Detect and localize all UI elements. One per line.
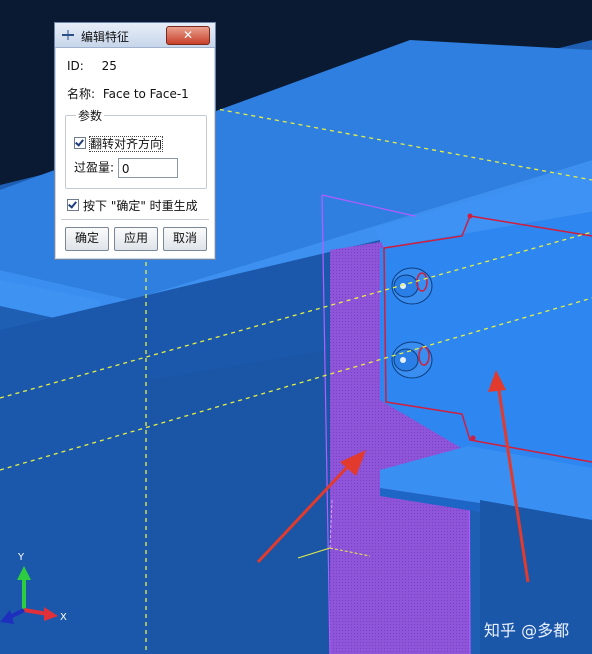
cancel-button[interactable]: 取消 [163, 227, 207, 251]
id-row: ID: 25 [67, 59, 117, 73]
bolt-upper [391, 267, 433, 305]
regen-checkbox-row[interactable]: 按下 "确定" 时重生成 [67, 197, 198, 214]
name-row: 名称: Face to Face-1 [67, 85, 189, 102]
name-value: Face to Face-1 [102, 87, 189, 101]
column-web-lower [150, 350, 330, 654]
params-legend: 参数 [76, 107, 105, 124]
flip-label: 翻转对齐方向 [88, 136, 164, 152]
dialog-titlebar[interactable]: 编辑特征 ✕ [55, 23, 215, 48]
clearance-input[interactable]: 0 [117, 158, 178, 178]
id-value: 25 [101, 59, 117, 73]
constraint-point-top [467, 213, 473, 219]
dialog-title: 编辑特征 [81, 30, 130, 44]
regen-label: 按下 "确定" 时重生成 [83, 199, 198, 213]
id-label: ID: [67, 59, 84, 73]
watermark: 知乎 @多都 [484, 621, 570, 640]
clearance-row: 过盈量: 0 [74, 158, 178, 178]
edit-feature-dialog: 编辑特征 ✕ ID: 25 名称: Face to Face-1 参数 翻转对齐… [54, 22, 216, 260]
params-group: 参数 翻转对齐方向 过盈量: 0 [65, 107, 207, 189]
close-button[interactable]: ✕ [166, 26, 210, 45]
regen-checkbox[interactable] [67, 199, 79, 211]
name-label: 名称: [67, 87, 96, 101]
flip-checkbox[interactable] [74, 137, 86, 149]
constraint-point-bottom [470, 435, 476, 441]
bolt-lower [391, 341, 433, 379]
ok-button[interactable]: 确定 [65, 227, 109, 251]
feature-icon [62, 30, 74, 40]
axis-x-label: X [60, 612, 67, 623]
dialog-divider [61, 219, 209, 220]
apply-button[interactable]: 应用 [114, 227, 158, 251]
flip-checkbox-row[interactable]: 翻转对齐方向 [74, 135, 164, 152]
clearance-label: 过盈量: [74, 160, 115, 175]
axis-y-label: Y [18, 552, 25, 563]
